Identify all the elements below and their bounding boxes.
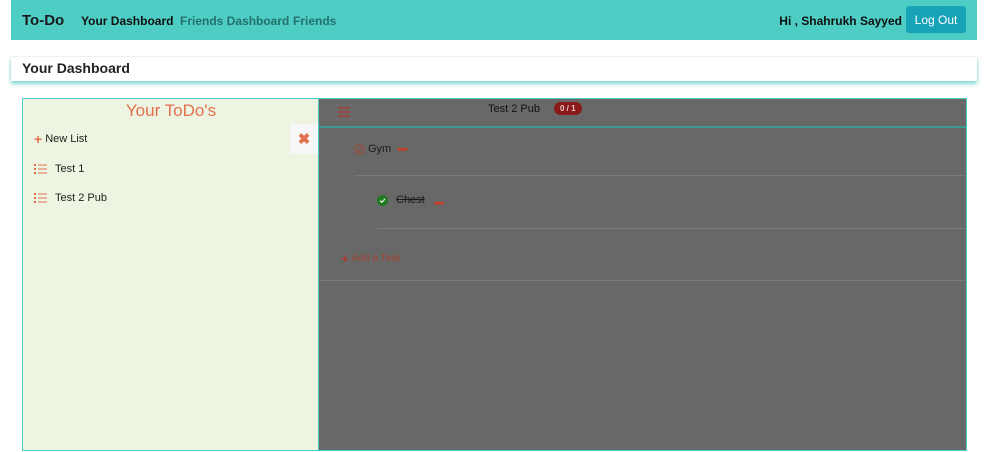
nav-link-friends[interactable]: Friends [293,14,336,28]
current-list-name: Test 2 Pub [488,103,540,115]
page-title: Your Dashboard [22,60,130,76]
sidebar-item-label: Test 2 Pub [55,192,107,204]
brand-logo[interactable]: To-Do [22,12,64,29]
new-list-label: New List [45,133,88,145]
close-icon: ✖ [297,131,311,148]
task-menu-icon[interactable]: ••• [397,142,408,156]
nav-link-friends-dashboard[interactable]: Friends Dashboard [180,14,289,28]
unchecked-circle-icon[interactable] [354,143,365,155]
plus-icon: + [341,251,349,266]
task-item-gym[interactable]: Gym ••• [354,142,408,156]
hamburger-menu-icon[interactable] [338,107,350,117]
add-task-label: Add a Task [351,253,401,264]
divider [377,228,966,229]
plus-icon: + [34,130,43,147]
sidebar-title: Your ToDo's [125,101,217,120]
task-panel-header: Test 2 Pub 0 / 1 [319,99,966,128]
divider [354,175,966,176]
sidebar-item-label: Test 1 [55,163,85,175]
new-list-button[interactable]: + New List [34,130,88,147]
task-item-chest[interactable]: Chest ••• [377,190,445,210]
user-greeting: Hi , Shahrukh Sayyed [779,14,902,28]
logout-button[interactable]: Log Out [906,6,966,33]
list-icon [34,193,47,203]
task-label: Gym [368,143,392,155]
close-sidebar-button[interactable]: ✖ [290,124,318,154]
list-icon [34,164,47,174]
top-navbar: To-Do Your Dashboard Friends Dashboard F… [11,0,977,40]
sidebar-item-test-1[interactable]: Test 1 [34,163,84,175]
add-task-button[interactable]: + Add a Task [341,251,401,266]
checked-circle-icon[interactable] [377,194,388,206]
dashboard-header: Your Dashboard [11,57,977,81]
nav-link-your-dashboard[interactable]: Your Dashboard [81,14,173,28]
divider [319,280,966,281]
sidebar-item-test-2-pub[interactable]: Test 2 Pub [34,192,107,204]
task-menu-icon[interactable]: ••• [434,196,445,210]
sidebar: Your ToDo's ✖ + New List Test 1 Test 2 P… [23,99,319,450]
task-count-badge: 0 / 1 [554,102,582,115]
todo-container: Your ToDo's ✖ + New List Test 1 Test 2 P… [22,98,967,451]
task-panel: Test 2 Pub 0 / 1 Gym ••• Chest ••• + Add… [319,99,966,450]
task-label: Chest [396,194,425,206]
